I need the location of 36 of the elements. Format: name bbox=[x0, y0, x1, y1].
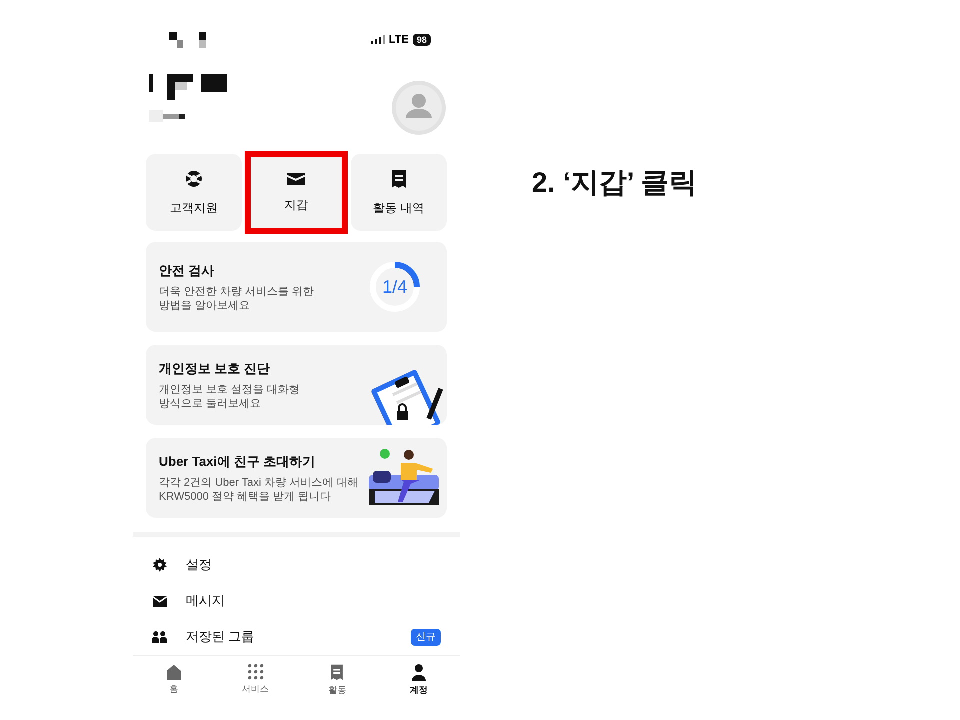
promo-card[interactable]: 개인정보 보호 진단 개인정보 보호 설정을 대화형 방식으로 둘러보세요 bbox=[146, 345, 447, 425]
receipt-icon bbox=[390, 168, 407, 188]
new-badge: 신규 bbox=[411, 628, 441, 646]
tab-bar-item[interactable]: 홈 bbox=[133, 664, 215, 705]
signal-icon bbox=[371, 35, 386, 44]
promo-card[interactable]: Uber Taxi에 친구 초대하기 각각 2건의 Uber Taxi 차량 서비스에 대해 KRW5000 절약 혜택을 받게 됩니다 bbox=[146, 438, 447, 518]
tab-bar-item[interactable]: 서비스 bbox=[214, 664, 296, 705]
people-icon bbox=[152, 631, 167, 643]
envelope-icon bbox=[152, 596, 166, 606]
quick-action-button[interactable]: 활동 내역 bbox=[350, 154, 447, 231]
menu-item[interactable]: 설정 bbox=[152, 547, 441, 583]
card-description: 더욱 안전한 차량 서비스를 위한 방법을 알아보세요 bbox=[159, 284, 314, 313]
battery-level: 98 bbox=[412, 34, 431, 46]
menu-item[interactable]: 저장된 그룹 신규 bbox=[152, 619, 441, 655]
network-label: LTE bbox=[389, 32, 409, 48]
tab-bar-item[interactable]: 활동 bbox=[296, 664, 378, 705]
card-title: 개인정보 보호 진단 bbox=[159, 360, 272, 378]
card-description: 개인정보 보호 설정을 대화형 방식으로 둘러보세요 bbox=[159, 382, 300, 411]
card-title: 안전 검사 bbox=[159, 262, 216, 280]
wallet-icon bbox=[286, 172, 306, 186]
avatar-icon bbox=[392, 81, 446, 135]
promo-card[interactable]: 안전 검사 더욱 안전한 차량 서비스를 위한 방법을 알아보세요 1/4 bbox=[146, 242, 447, 332]
receipt-icon bbox=[330, 664, 344, 681]
menu-item[interactable]: 메시지 bbox=[152, 583, 441, 619]
quick-action-button[interactable]: 지갑 bbox=[248, 154, 345, 231]
progress-label: 1/4 bbox=[381, 276, 409, 298]
instruction-text: 2. ‘지갑’ 클릭 bbox=[532, 167, 697, 198]
gear-icon bbox=[152, 558, 166, 572]
home-icon bbox=[166, 664, 182, 680]
card-description: 각각 2건의 Uber Taxi 차량 서비스에 대해 KRW5000 절약 혜택을 받게 됩니다 bbox=[159, 476, 359, 504]
tab-bar-item[interactable]: 계정 bbox=[378, 664, 460, 705]
quick-action-button[interactable]: 고객지원 bbox=[146, 154, 242, 231]
person-icon bbox=[411, 664, 428, 681]
grid-icon bbox=[248, 664, 264, 680]
card-title: Uber Taxi에 친구 초대하기 bbox=[159, 453, 317, 472]
lifebuoy-icon bbox=[184, 168, 204, 188]
